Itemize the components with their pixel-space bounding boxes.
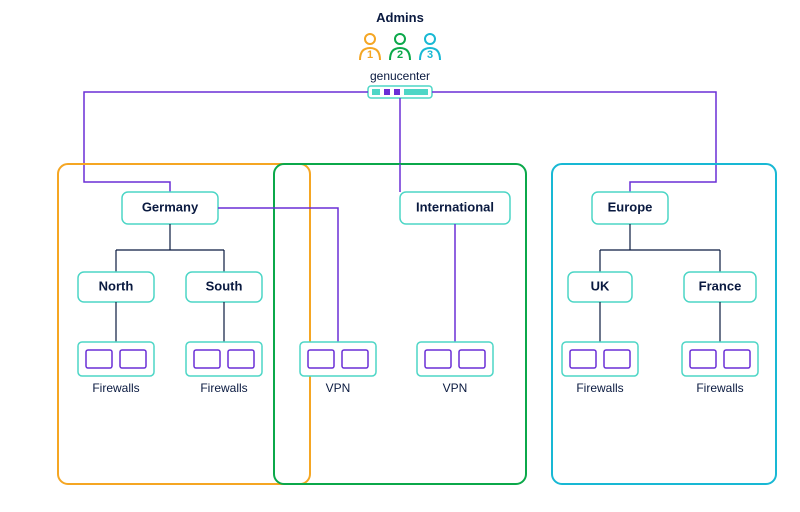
svg-text:Firewalls: Firewalls	[576, 381, 623, 395]
svg-text:VPN: VPN	[443, 381, 468, 395]
device-vpn-right	[417, 342, 493, 376]
svg-text:VPN: VPN	[326, 381, 351, 395]
device-vpn-left	[300, 342, 376, 376]
svg-text:3: 3	[427, 49, 433, 61]
admin-3-icon: 3	[420, 34, 440, 61]
svg-text:UK: UK	[591, 278, 610, 293]
svg-text:2: 2	[397, 49, 403, 61]
svg-text:Germany: Germany	[142, 199, 199, 214]
network-diagram: Admins 1 2 3 genucenter Germany	[0, 0, 800, 512]
conn-genucenter-orange	[84, 92, 368, 164]
device-firewalls-france	[682, 342, 758, 376]
conn-genucenter-cyan	[432, 92, 716, 164]
device-firewalls-south	[186, 342, 262, 376]
device-firewalls-uk	[562, 342, 638, 376]
svg-text:International: International	[416, 199, 494, 214]
svg-text:Firewalls: Firewalls	[200, 381, 247, 395]
svg-text:North: North	[99, 278, 134, 293]
genucenter-label: genucenter	[370, 69, 430, 83]
svg-text:Europe: Europe	[608, 199, 653, 214]
svg-text:Firewalls: Firewalls	[92, 381, 139, 395]
svg-text:South: South	[206, 278, 243, 293]
admins-heading: Admins	[376, 10, 424, 25]
svg-text:Firewalls: Firewalls	[696, 381, 743, 395]
genucenter-device-icon	[368, 86, 432, 98]
svg-text:1: 1	[367, 49, 373, 61]
svg-text:France: France	[699, 278, 742, 293]
admin-1-icon: 1	[360, 34, 380, 61]
admin-2-icon: 2	[390, 34, 410, 61]
device-firewalls-north	[78, 342, 154, 376]
